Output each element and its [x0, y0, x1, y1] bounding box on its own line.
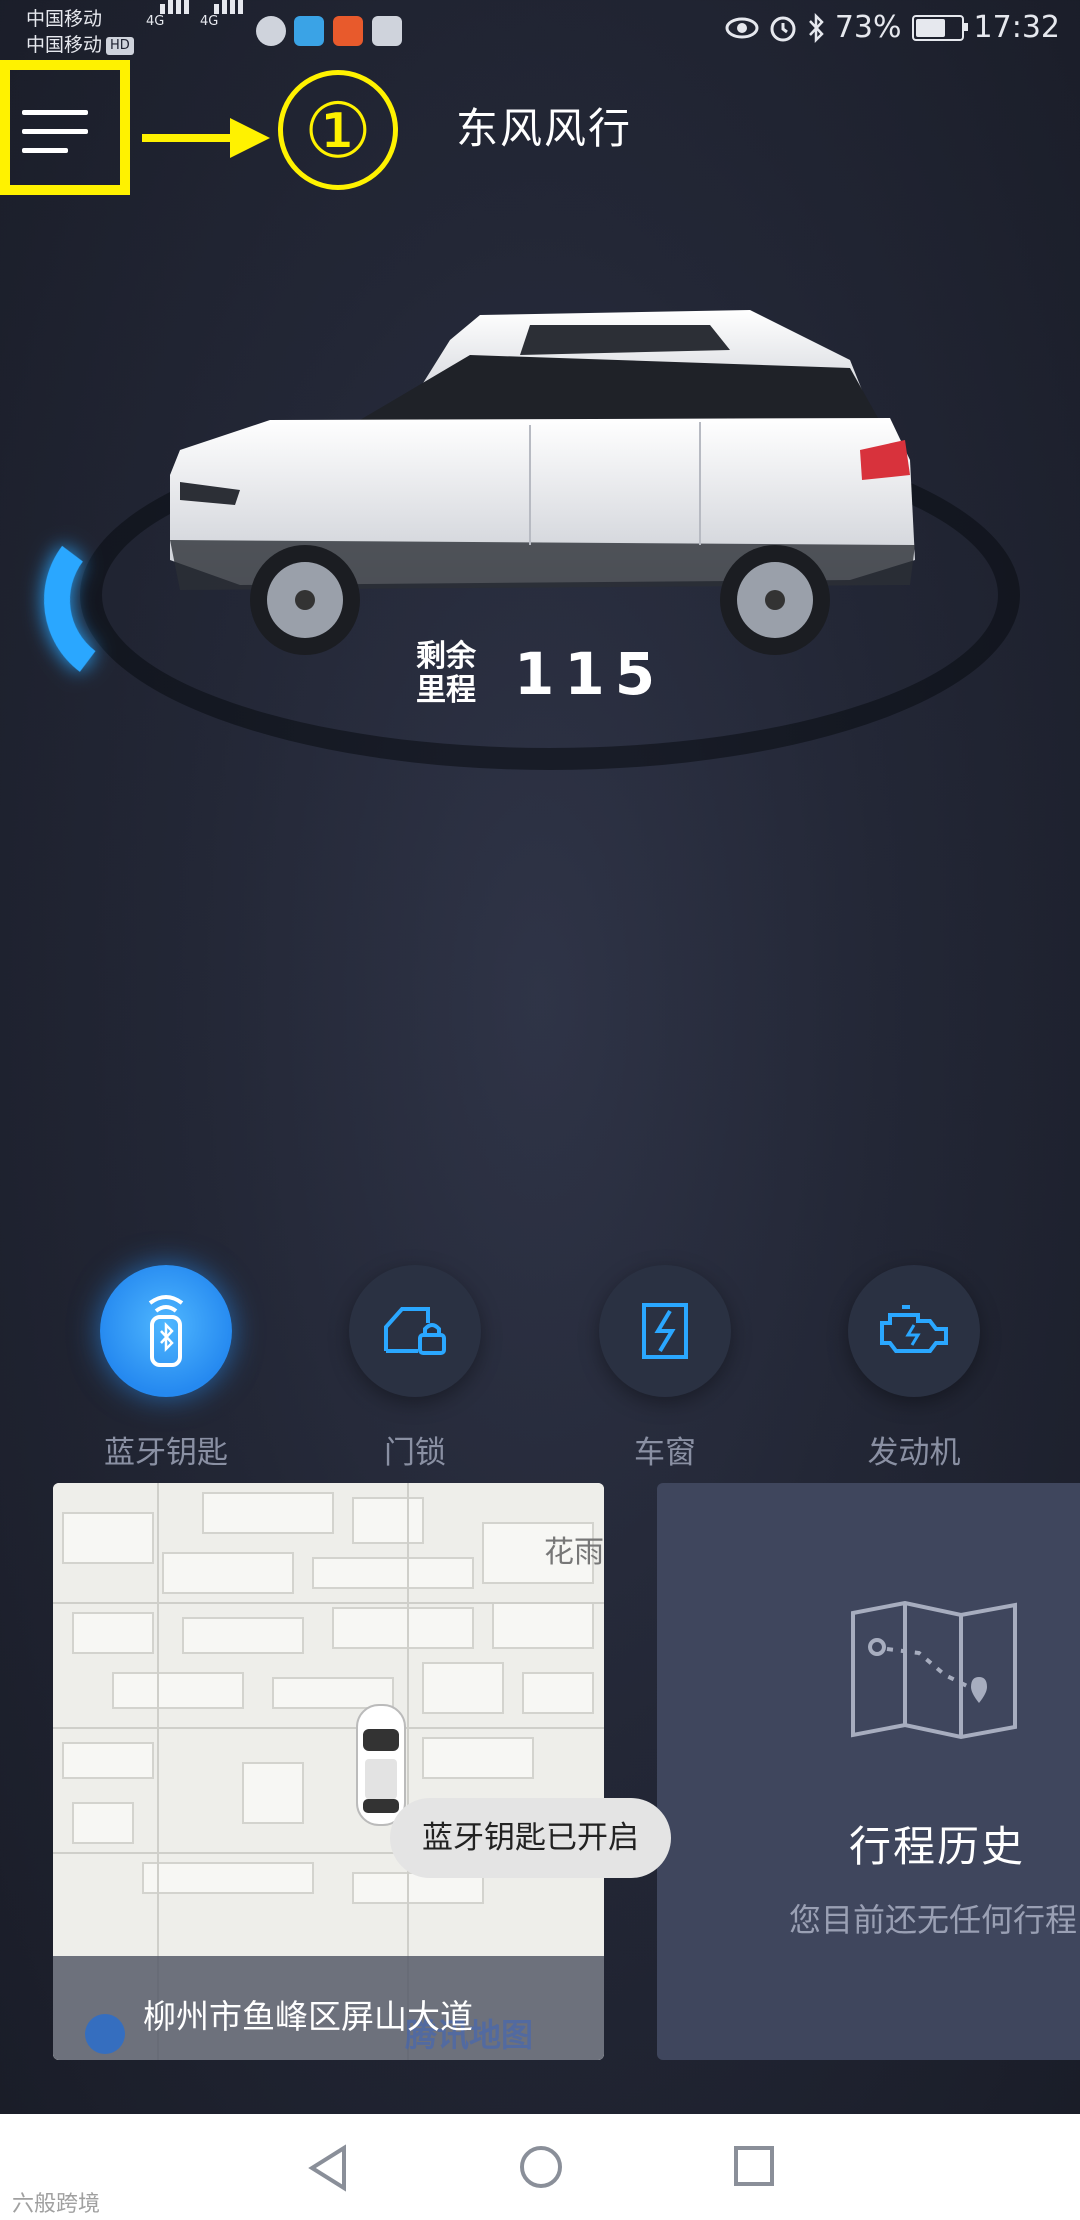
- battery-fill: [915, 18, 945, 37]
- map-poi-label: 花雨: [544, 1535, 604, 1570]
- telegram-icon: [294, 16, 324, 46]
- door-lock-button[interactable]: [349, 1265, 481, 1397]
- app-title: 东风风行: [456, 104, 633, 153]
- carrier-2: 中国移动: [26, 34, 103, 56]
- address-bar: 腾讯地图 柳州市鱼峰区屏山大道: [53, 1956, 604, 2060]
- control-engine[interactable]: 发动机: [814, 1265, 1014, 1472]
- bluetooth-icon: [808, 12, 824, 43]
- engine-icon: [880, 1305, 948, 1353]
- control-bluetooth-key[interactable]: 蓝牙钥匙: [66, 1265, 266, 1472]
- control-label: 蓝牙钥匙: [104, 1435, 228, 1471]
- window-button[interactable]: [599, 1265, 731, 1397]
- battery-percent: 73%: [834, 10, 902, 45]
- window-icon: [642, 1303, 688, 1359]
- clock: 17:32: [973, 10, 1060, 45]
- back-triangle-icon[interactable]: [306, 2144, 350, 2192]
- trip-history-empty-text: 您目前还无任何行程: [789, 1901, 1078, 1939]
- home-circle-icon[interactable]: [518, 2144, 564, 2190]
- annotation-number: ①: [278, 70, 398, 190]
- control-label: 车窗: [634, 1435, 696, 1471]
- alarm-icon: [770, 16, 796, 41]
- hd-badge: HD: [106, 36, 134, 55]
- menu-button-highlight[interactable]: [0, 60, 130, 195]
- video-app-icon: [333, 16, 363, 46]
- my-location-icon[interactable]: [85, 2014, 125, 2054]
- vehicle-location-card[interactable]: 花雨 腾讯地图 柳州市鱼峰区屏山大道: [53, 1483, 604, 2060]
- status-bar: 中国移动 中国移动 HD 4G 4G 73% 17:32: [0, 0, 1080, 60]
- control-label: 门锁: [384, 1435, 446, 1471]
- toast-message: 蓝牙钥匙已开启: [390, 1798, 671, 1878]
- recents-square-icon[interactable]: [732, 2144, 776, 2188]
- vehicle-image: [170, 310, 915, 655]
- carrier-1: 中国移动: [26, 8, 103, 30]
- image-watermark: 六般跨境: [12, 2192, 101, 2217]
- carrier-info: 中国移动 中国移动 HD: [26, 6, 134, 58]
- status-right-group: 73% 17:32: [725, 10, 1060, 45]
- mileage-label: 剩余里程: [416, 639, 476, 708]
- eye-icon: [725, 17, 759, 38]
- network-type-2: 4G: [200, 14, 219, 29]
- trip-history-title: 行程历史: [849, 1822, 1026, 1871]
- bluetooth-key-button[interactable]: [100, 1265, 232, 1397]
- annotation-arrow: [142, 118, 270, 158]
- hamburger-icon[interactable]: [22, 110, 88, 167]
- control-window[interactable]: 车窗: [565, 1265, 765, 1472]
- engine-button[interactable]: [848, 1265, 980, 1397]
- vehicle-address: 柳州市鱼峰区屏山大道: [143, 1997, 473, 2036]
- map-route-icon: [851, 1601, 1017, 1740]
- door-lock-icon: [384, 1307, 446, 1355]
- carrier-2-row: 中国移动 HD: [26, 32, 134, 58]
- message-icon: [256, 16, 286, 46]
- mileage-value: 115: [514, 640, 666, 708]
- battery-icon: [911, 14, 968, 41]
- huawei-icon: [372, 16, 402, 46]
- network-type-1: 4G: [146, 14, 165, 29]
- remaining-mileage: 剩余里程 115: [416, 639, 666, 709]
- control-label: 发动机: [867, 1435, 961, 1471]
- control-door-lock[interactable]: 门锁: [315, 1265, 515, 1472]
- bluetooth-key-icon: [148, 1295, 184, 1367]
- system-navigation-bar: [0, 2114, 1080, 2220]
- trip-history-card[interactable]: 行程历史 您目前还无任何行程: [657, 1483, 1080, 2060]
